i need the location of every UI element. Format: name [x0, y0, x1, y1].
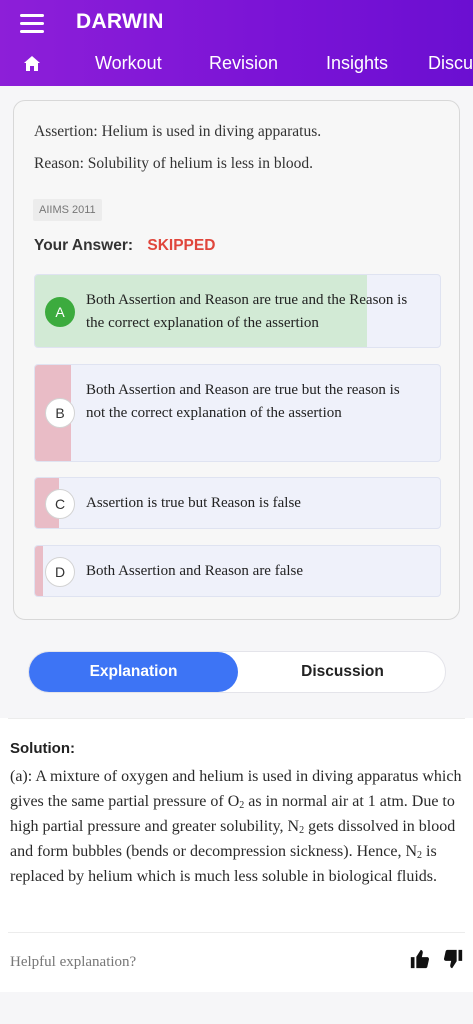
option-b-letter: B: [45, 398, 75, 428]
option-c[interactable]: C Assertion is true but Reason is false: [34, 477, 441, 529]
app-title: DARWIN: [76, 10, 164, 33]
nav-tabs: Workout Revision Insights Discu: [0, 48, 473, 82]
option-d[interactable]: D Both Assertion and Reason are false: [34, 545, 441, 597]
nav-tab-workout[interactable]: Workout: [95, 53, 162, 74]
explanation-discussion-tabs: Explanation Discussion: [28, 651, 446, 693]
nav-tab-revision[interactable]: Revision: [209, 53, 278, 74]
tab-explanation[interactable]: Explanation: [29, 652, 238, 692]
tab-discussion[interactable]: Discussion: [238, 652, 447, 692]
your-answer-value: SKIPPED: [147, 237, 216, 254]
menu-icon[interactable]: [20, 14, 44, 34]
option-b[interactable]: B Both Assertion and Reason are true but…: [34, 364, 441, 462]
helpful-label: Helpful explanation?: [10, 954, 137, 970]
option-a[interactable]: A Both Assertion and Reason are true and…: [34, 274, 441, 348]
option-a-text: Both Assertion and Reason are true and t…: [86, 292, 408, 331]
solution-title: Solution:: [10, 740, 75, 757]
option-d-fill: [35, 546, 43, 596]
nav-tab-insights[interactable]: Insights: [326, 53, 388, 74]
your-answer-row: Your Answer: SKIPPED: [34, 237, 215, 255]
option-c-letter: C: [45, 489, 75, 519]
option-b-text: Both Assertion and Reason are true but t…: [86, 382, 400, 421]
solution-panel: Solution: (a): A mixture of oxygen and h…: [0, 718, 473, 992]
assertion-text: Assertion: Helium is used in diving appa…: [34, 123, 322, 140]
reason-text: Reason: Solubility of helium is less in …: [34, 155, 313, 172]
your-answer-label: Your Answer:: [34, 237, 134, 254]
option-d-letter: D: [45, 557, 75, 587]
option-a-letter: A: [45, 297, 75, 327]
exam-tag: AIIMS 2011: [33, 199, 102, 221]
top-app-bar: DARWIN Workout Revision Insights Discu: [0, 0, 473, 86]
divider: [8, 718, 465, 719]
page-content: Assertion: Helium is used in diving appa…: [0, 86, 473, 1024]
question-card: Assertion: Helium is used in diving appa…: [13, 100, 460, 620]
thumbs-up-icon[interactable]: [409, 948, 431, 970]
option-c-text: Assertion is true but Reason is false: [86, 495, 301, 511]
divider: [8, 932, 465, 933]
option-d-text: Both Assertion and Reason are false: [86, 563, 304, 579]
nav-tab-discussion[interactable]: Discu: [428, 53, 473, 74]
thumbs-down-icon[interactable]: [442, 948, 464, 970]
solution-text: (a): A mixture of oxygen and helium is u…: [10, 768, 462, 885]
